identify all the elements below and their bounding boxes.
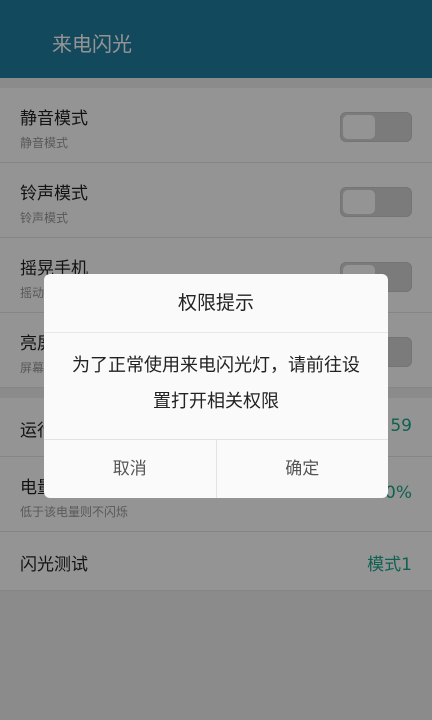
dialog-button-bar: 取消 确定	[44, 439, 388, 498]
dialog-message: 为了正常使用来电闪光灯，请前往设置打开相关权限	[72, 355, 360, 412]
dialog-title: 权限提示	[44, 274, 388, 333]
screen: 来电闪光 静音模式 静音模式 铃声模式 铃声模式 摇晃手机 摇动 亮屏 屏幕 运…	[0, 0, 432, 720]
permission-dialog: 权限提示 为了正常使用来电闪光灯，请前往设置打开相关权限 取消 确定	[44, 274, 388, 498]
confirm-button[interactable]: 确定	[215, 440, 389, 498]
cancel-button[interactable]: 取消	[44, 440, 216, 498]
